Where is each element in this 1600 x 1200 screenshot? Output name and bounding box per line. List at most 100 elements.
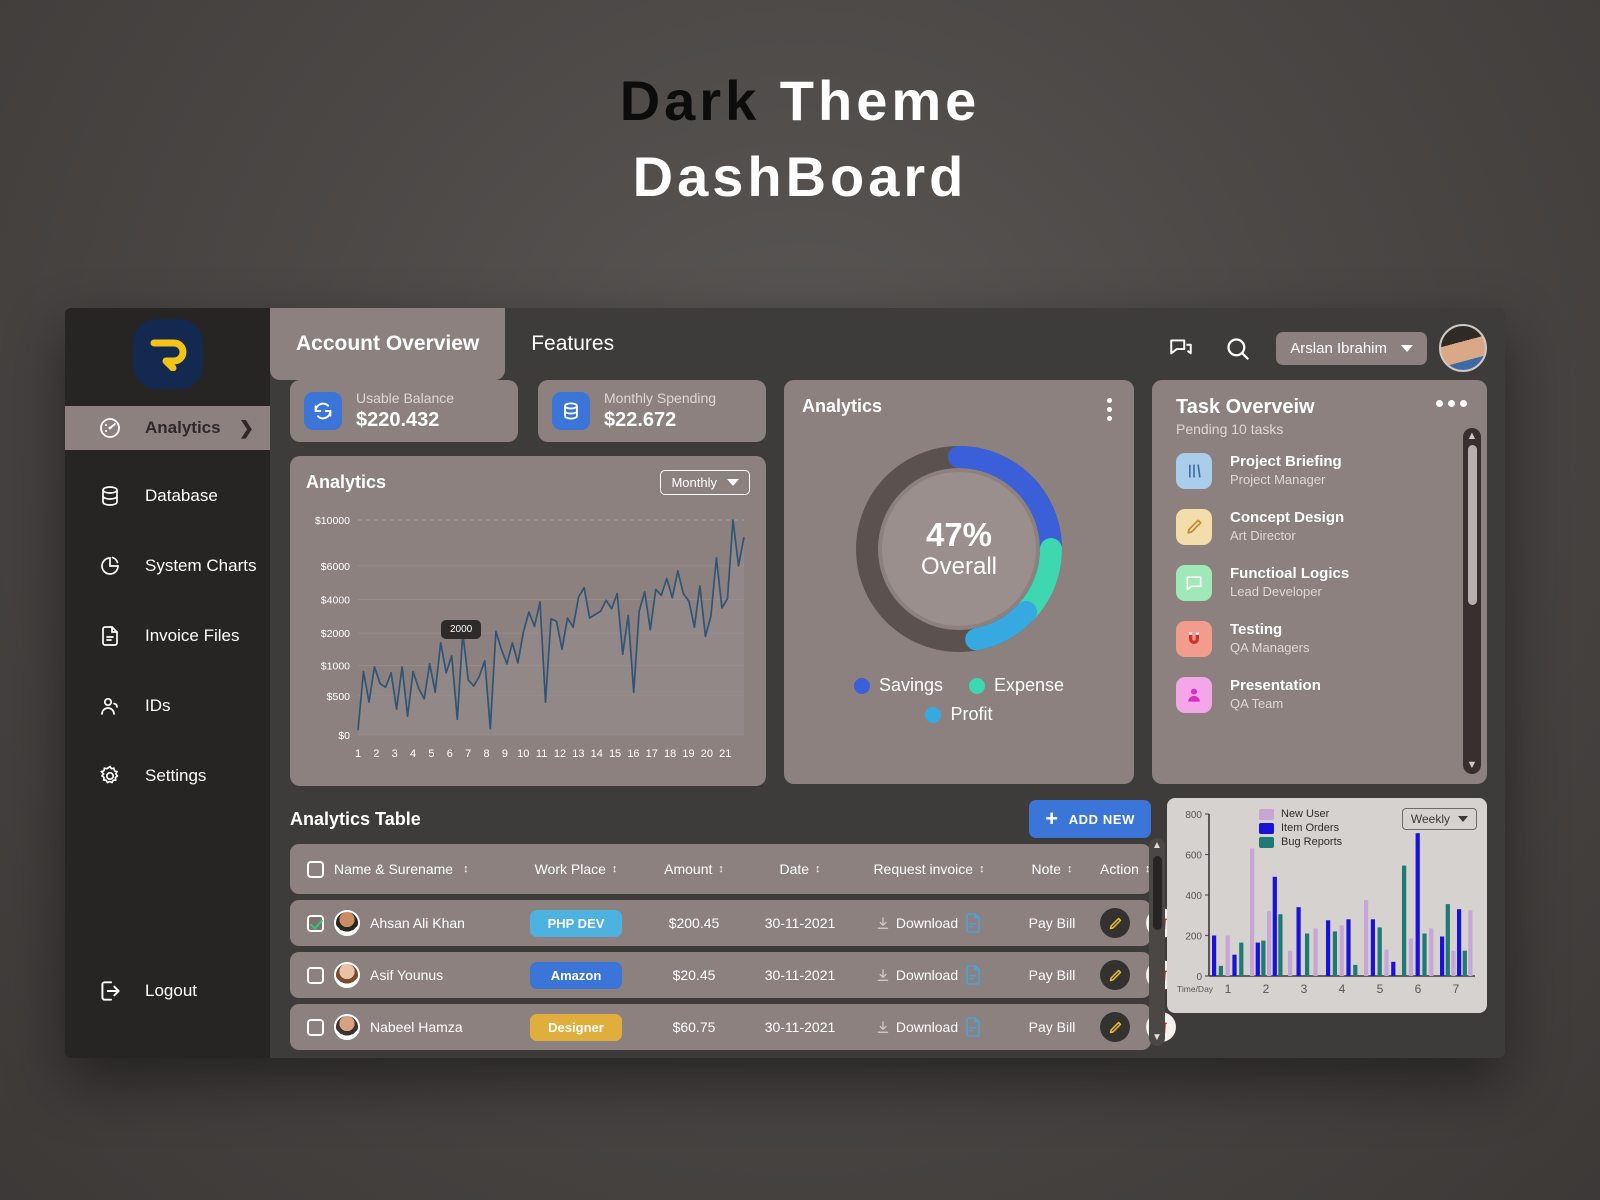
- edit-button[interactable]: [1100, 960, 1130, 990]
- svg-text:21: 21: [719, 748, 731, 760]
- row-checkbox[interactable]: [298, 1018, 332, 1036]
- app-logo-icon[interactable]: [132, 319, 203, 389]
- pencil-icon: [1109, 1021, 1121, 1033]
- column-header-action[interactable]: Action ↕: [1100, 861, 1150, 877]
- row-name: Ahsan Ali Khan: [370, 915, 465, 931]
- sidebar-item-settings[interactable]: Settings: [65, 752, 270, 800]
- legend-item-profit[interactable]: Profit: [925, 704, 993, 725]
- tab-features[interactable]: Features: [505, 308, 640, 380]
- search-icon[interactable]: [1220, 331, 1254, 365]
- legend-item-expense[interactable]: Expense: [968, 675, 1064, 696]
- scroll-thumb[interactable]: [1152, 856, 1162, 930]
- logout-button[interactable]: Logout: [65, 978, 197, 1004]
- logo-container: [65, 308, 270, 400]
- task-role: Art Director: [1230, 527, 1296, 543]
- scroll-down-icon[interactable]: ▼: [1467, 760, 1478, 771]
- sort-icon: ↕: [611, 863, 618, 875]
- invoice-file-icon[interactable]: [964, 912, 982, 934]
- table-scrollbar[interactable]: ▲ ▼: [1149, 838, 1165, 1046]
- file-document-icon: [97, 623, 123, 649]
- sort-icon: ↕: [1067, 863, 1073, 875]
- cell-work-place: Amazon: [510, 961, 642, 989]
- column-header-amount[interactable]: Amount ↕: [642, 861, 746, 877]
- scroll-up-icon[interactable]: ▲: [1467, 431, 1478, 442]
- edit-button[interactable]: [1100, 908, 1130, 938]
- chat-icon[interactable]: [1164, 331, 1198, 365]
- download-link[interactable]: Download: [876, 1019, 958, 1035]
- donut-center-text: 47% Overall: [847, 437, 1071, 661]
- row-name: Asif Younus: [370, 967, 444, 983]
- main-area: Account Overview Features Arslan Ibrahim…: [270, 308, 1505, 1058]
- table-row[interactable]: Ahsan Ali Khan PHP DEV $200.45 30-11-2021 Do…: [290, 900, 1176, 946]
- task-list-scrollbar[interactable]: ▲ ▼: [1463, 428, 1481, 774]
- task-item[interactable]: Presentation QA Team: [1176, 677, 1473, 713]
- task-item[interactable]: Functioal Logics Lead Developer: [1176, 565, 1473, 601]
- range-select-monthly[interactable]: Monthly: [660, 470, 750, 495]
- task-item[interactable]: Concept Design Art Director: [1176, 509, 1473, 545]
- svg-text:0: 0: [1196, 972, 1202, 983]
- download-link[interactable]: Download: [876, 915, 958, 931]
- user-avatar[interactable]: [1439, 324, 1487, 372]
- invoice-file-icon[interactable]: [964, 964, 982, 986]
- add-new-button[interactable]: + ADD NEW: [1029, 800, 1151, 838]
- sidebar-item-system-charts[interactable]: System Charts: [65, 542, 270, 590]
- table-row[interactable]: Nabeel Hamza Designer $60.75 30-11-2021 Down…: [290, 1004, 1176, 1050]
- more-options-icon[interactable]: [1436, 400, 1467, 407]
- column-label: Note: [1031, 861, 1062, 877]
- sidebar-item-database[interactable]: Database: [65, 472, 270, 520]
- sidebar-item-invoice-files[interactable]: Invoice Files: [65, 612, 270, 660]
- tab-bar: Account Overview Features: [270, 308, 640, 380]
- stat-card-monthly-spending[interactable]: Monthly Spending $22.672: [538, 380, 766, 442]
- scroll-thumb[interactable]: [1467, 445, 1477, 605]
- legend-item-savings[interactable]: Savings: [853, 675, 943, 696]
- sidebar-item-ids[interactable]: IDs: [65, 682, 270, 730]
- scroll-down-icon[interactable]: ▼: [1152, 1033, 1162, 1043]
- cell-name: Nabeel Hamza: [332, 1014, 510, 1040]
- scroll-up-icon[interactable]: ▲: [1152, 841, 1162, 851]
- svg-text:18: 18: [664, 748, 676, 760]
- cell-note[interactable]: Pay Bill: [1004, 915, 1100, 931]
- table-row[interactable]: Asif Younus Amazon $20.45 30-11-2021 Downloa…: [290, 952, 1176, 998]
- sidebar: Analytics ❯ Database System Charts Invoi…: [65, 308, 270, 1058]
- column-header-note[interactable]: Note ↕: [1004, 861, 1100, 877]
- cell-amount: $60.75: [672, 1019, 716, 1035]
- chat-bubble-icon: [1176, 565, 1212, 601]
- sidebar-item-label: IDs: [145, 696, 171, 715]
- invoice-file-icon[interactable]: [964, 1016, 982, 1038]
- legend-item-new-user[interactable]: New User: [1259, 808, 1342, 820]
- user-menu[interactable]: Arslan Ibrahim: [1276, 331, 1427, 365]
- cell-note[interactable]: Pay Bill: [1004, 967, 1100, 983]
- row-checkbox[interactable]: [298, 966, 332, 984]
- column-header-name[interactable]: Name & Surename ↕: [332, 861, 510, 877]
- task-item[interactable]: Project Briefing Project Manager: [1176, 453, 1473, 489]
- stat-card-usable-balance[interactable]: Usable Balance $220.432: [290, 380, 518, 442]
- tab-account-overview[interactable]: Account Overview: [270, 308, 506, 380]
- legend-item-bug-reports[interactable]: Bug Reports: [1259, 836, 1342, 848]
- row-checkbox[interactable]: [298, 914, 332, 932]
- svg-text:$0: $0: [338, 730, 350, 742]
- edit-button[interactable]: [1100, 1012, 1130, 1042]
- svg-text:7: 7: [1453, 982, 1460, 996]
- top-row: Usable Balance $220.432 Monthly Spending…: [290, 380, 1487, 786]
- download-link[interactable]: Download: [876, 967, 958, 983]
- cell-note[interactable]: Pay Bill: [1004, 1019, 1100, 1035]
- task-role: QA Managers: [1230, 639, 1310, 655]
- logout-icon: [97, 978, 123, 1004]
- svg-text:8: 8: [483, 748, 489, 760]
- svg-text:$6000: $6000: [321, 561, 350, 573]
- analytics-table-section: Analytics Table + ADD NEW Name & Surenam…: [290, 798, 1176, 1050]
- sort-icon: ↕: [815, 863, 821, 875]
- sidebar-item-analytics[interactable]: Analytics ❯: [65, 406, 270, 450]
- range-select-weekly[interactable]: Weekly: [1401, 808, 1477, 830]
- column-header-work-place[interactable]: Work Place ↕: [510, 861, 642, 877]
- range-select-label: Monthly: [671, 475, 717, 490]
- task-item[interactable]: Testing QA Managers: [1176, 621, 1473, 657]
- legend-item-item-orders[interactable]: Item Orders: [1259, 822, 1342, 834]
- more-options-icon[interactable]: [1107, 398, 1112, 421]
- select-all-checkbox[interactable]: [298, 860, 332, 878]
- task-role: Project Manager: [1230, 471, 1326, 487]
- column-header-request-invoice[interactable]: Request invoice ↕: [854, 861, 1004, 877]
- content: Usable Balance $220.432 Monthly Spending…: [270, 380, 1505, 1058]
- column-header-date[interactable]: Date ↕: [746, 861, 854, 877]
- legend-swatch: [925, 706, 942, 723]
